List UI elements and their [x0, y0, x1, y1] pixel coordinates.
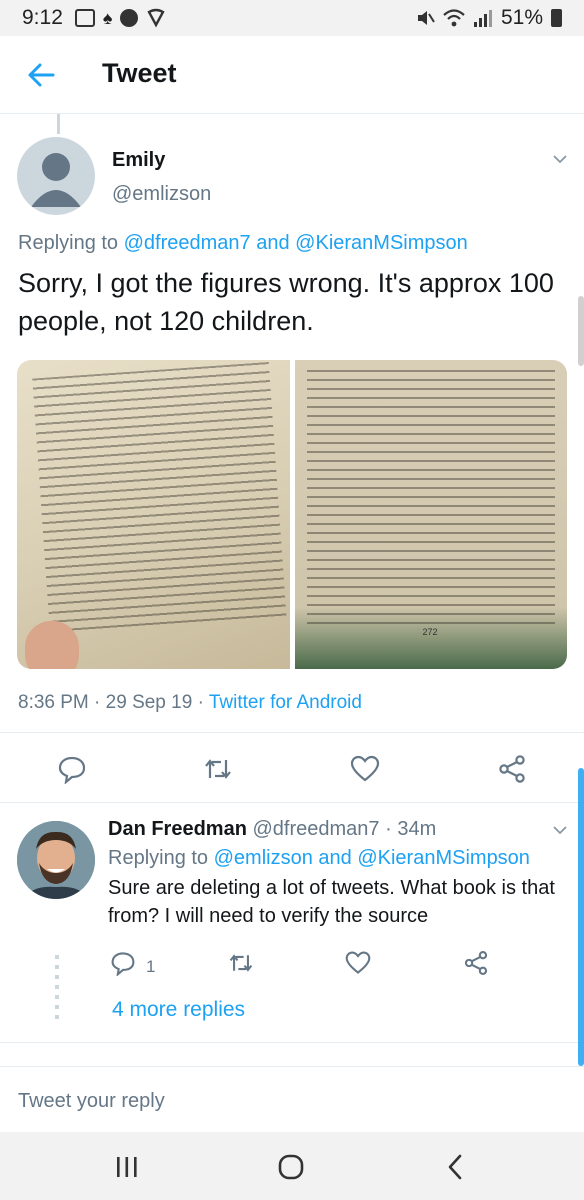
vpn-shield-icon	[147, 8, 166, 28]
book-page-number: 272	[422, 627, 438, 637]
tweet-photo-book-page-left[interactable]	[17, 360, 290, 669]
tweet-time: 8:36 PM	[18, 692, 89, 713]
like-heart-icon[interactable]	[345, 950, 371, 976]
battery-percent: 51%	[500, 6, 543, 29]
scrollbar-track-indicator	[578, 296, 584, 366]
tweet-meta: 8:36 PM · 29 Sep 19 · Twitter for Androi…	[18, 692, 362, 714]
status-right-icons: 51%	[415, 6, 562, 30]
reply-icon[interactable]	[110, 950, 136, 976]
share-icon[interactable]	[463, 950, 489, 976]
android-navigation-bar	[0, 1132, 584, 1200]
wifi-icon	[443, 9, 465, 27]
page-title: Tweet	[102, 58, 177, 88]
more-replies-link[interactable]: 4 more replies	[112, 998, 245, 1022]
book-page-text-lines	[32, 362, 287, 637]
back-chevron-icon[interactable]	[440, 1152, 470, 1182]
tweet-photos: 272	[17, 360, 567, 669]
tweet-photo-book-page-right[interactable]: 272	[294, 360, 567, 669]
like-heart-icon[interactable]	[350, 754, 380, 784]
author-name[interactable]: Emily	[112, 149, 165, 172]
share-icon[interactable]	[497, 754, 527, 784]
tweet-text: Sorry, I got the figures wrong. It's app…	[18, 268, 554, 336]
accessibility-icon: ♠	[102, 7, 113, 28]
replying-and: and	[256, 232, 290, 254]
thread-connector-line	[57, 114, 60, 134]
replying-prefix: Replying to	[108, 847, 209, 869]
tweet-source-link[interactable]: Twitter for Android	[209, 692, 362, 713]
tweet-options-chevron-down-icon[interactable]	[553, 152, 567, 166]
back-arrow-icon[interactable]	[26, 60, 56, 90]
book-page-text-lines	[306, 370, 555, 629]
retweet-icon[interactable]	[203, 754, 233, 784]
home-icon[interactable]	[276, 1152, 306, 1182]
mention-link-kieranmsimpson[interactable]: @KieranMSimpson	[357, 847, 530, 869]
meta-separator: ·	[94, 692, 101, 713]
replying-prefix: Replying to	[18, 232, 119, 254]
divider	[0, 732, 584, 733]
mention-link-dfreedman7[interactable]: @dfreedman7	[124, 232, 251, 254]
divider	[0, 802, 584, 803]
signal-icon	[473, 10, 492, 27]
reply-actions	[0, 950, 584, 982]
recent-apps-icon[interactable]	[112, 1152, 142, 1182]
default-avatar-icon	[31, 153, 81, 207]
replying-and: and	[318, 847, 352, 869]
reply-header: Dan Freedman @dfreedman7 · 34m	[108, 818, 436, 841]
reply-replying-to-line: Replying to @emlizson and @KieranMSimpso…	[108, 847, 530, 870]
status-left-icons: ♠	[74, 7, 167, 29]
retweet-icon[interactable]	[228, 950, 254, 976]
author-handle[interactable]: @emlizson	[112, 183, 211, 206]
app-notification-icon	[74, 9, 95, 27]
avatar-default-emily[interactable]	[17, 137, 95, 215]
reply-count: 1	[146, 957, 156, 976]
reply-author-handle[interactable]: @dfreedman7	[253, 818, 380, 840]
reply-icon[interactable]	[57, 754, 87, 784]
chat-bubble-icon	[120, 9, 139, 27]
battery-icon	[551, 9, 562, 27]
avatar-photo	[17, 821, 95, 899]
mention-link-kieranmsimpson[interactable]: @KieranMSimpson	[295, 232, 468, 254]
mention-link-emlizson[interactable]: @emlizson	[214, 847, 313, 869]
reply-compose-bar[interactable]: Tweet your reply	[0, 1066, 584, 1132]
reply-options-chevron-down-icon[interactable]	[553, 823, 567, 837]
thumb-in-photo	[25, 621, 79, 669]
tweet-date: 29 Sep 19	[105, 692, 193, 713]
reply-author-name[interactable]: Dan Freedman	[108, 818, 247, 840]
avatar-dan-freedman[interactable]	[17, 821, 95, 899]
top-app-bar: Tweet	[0, 36, 584, 114]
tweet-actions	[0, 748, 584, 792]
reply-text: Sure are deleting a lot of tweets. What …	[108, 877, 555, 927]
meta-separator: ·	[197, 692, 204, 713]
replying-to-line: Replying to @dfreedman7 and @KieranMSimp…	[18, 232, 468, 255]
status-bar: 9:12 ♠ 51%	[0, 0, 584, 36]
status-time: 9:12	[22, 6, 63, 29]
scrollbar-thumb[interactable]	[578, 768, 584, 1066]
reply-age: · 34m	[385, 818, 437, 840]
reply-input-placeholder[interactable]: Tweet your reply	[18, 1090, 165, 1113]
mute-icon	[417, 11, 435, 25]
divider	[0, 1042, 584, 1043]
